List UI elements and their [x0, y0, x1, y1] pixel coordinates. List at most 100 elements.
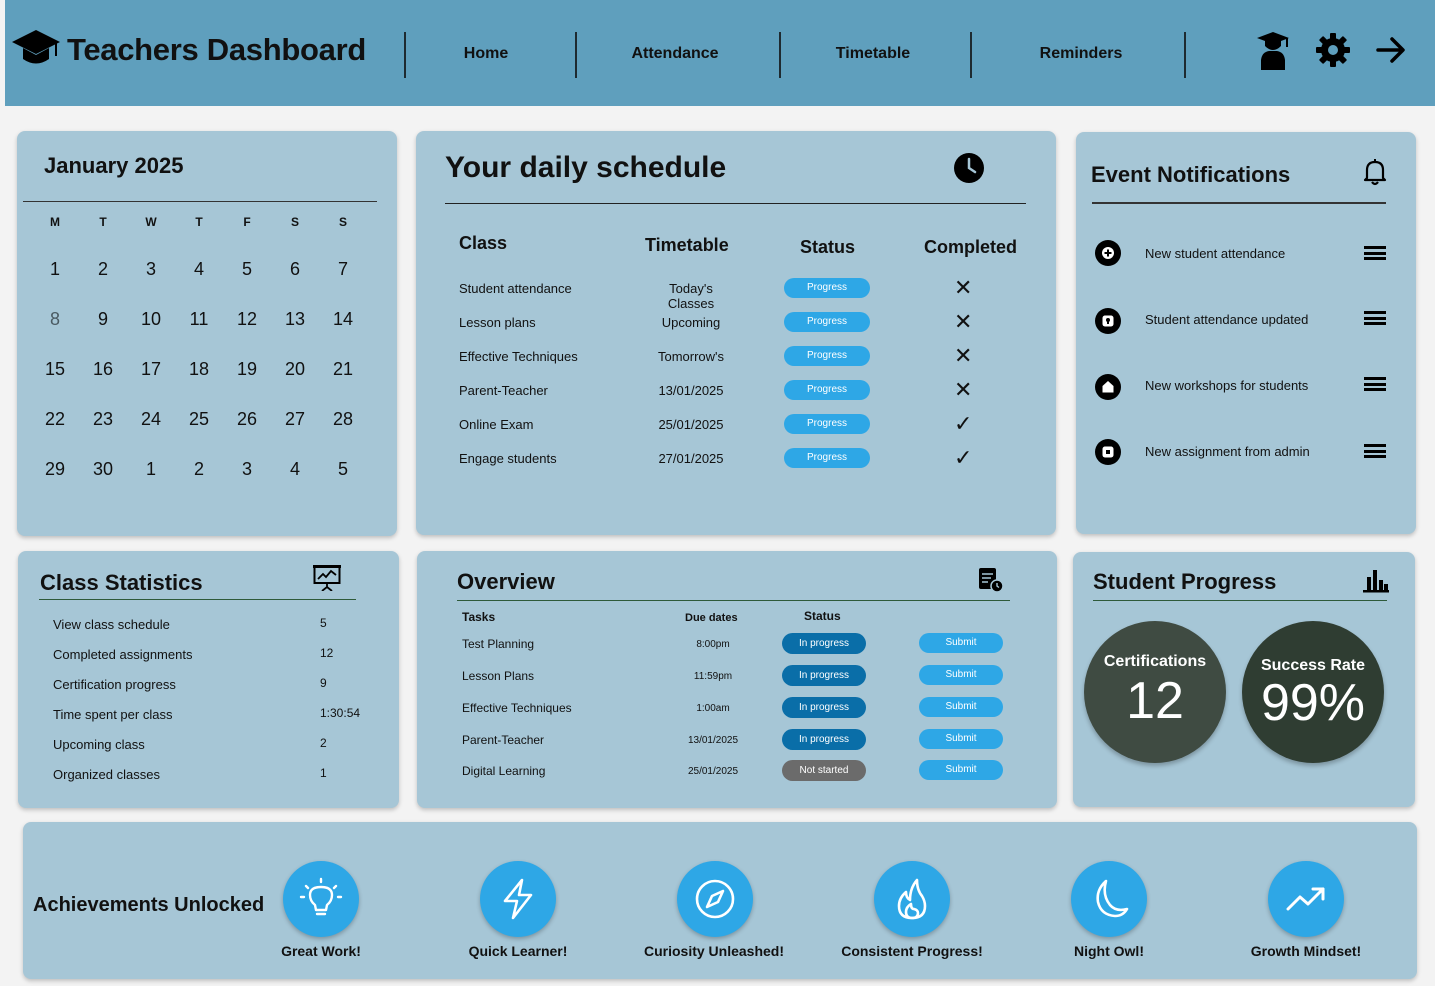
badge-label: Quick Learner! [468, 943, 568, 959]
status-pill[interactable]: Progress [784, 380, 870, 400]
calendar-day[interactable]: 5 [223, 235, 271, 285]
notification-text[interactable]: Student attendance updated [1145, 312, 1308, 327]
statistic-label: Certification progress [53, 677, 176, 692]
weekday-label: W [145, 215, 157, 229]
status-pill[interactable]: Progress [784, 312, 870, 332]
calendar-day[interactable]: 28 [319, 385, 367, 435]
statistic-value: 9 [320, 676, 327, 690]
calendar-day[interactable]: 17 [127, 335, 175, 385]
flame-icon[interactable] [874, 861, 950, 937]
calendar-day[interactable]: 29 [31, 435, 79, 485]
calendar-day[interactable]: 19 [223, 335, 271, 385]
schedule-timetable: Tomorrow's [657, 349, 725, 364]
calendar-day[interactable]: 9 [79, 285, 127, 335]
notification-text[interactable]: New workshops for students [1145, 378, 1308, 393]
calendar-day[interactable]: 16 [79, 335, 127, 385]
nav-home[interactable]: Home [464, 45, 508, 63]
nav-divider [970, 32, 972, 78]
success-rate-label: Success Rate [1260, 657, 1366, 674]
calendar-day[interactable]: 11 [175, 285, 223, 335]
calendar-day[interactable]: 4 [175, 235, 223, 285]
calendar-day[interactable]: 8 [31, 285, 79, 335]
close-icon[interactable]: ✕ [954, 311, 972, 333]
calendar-day[interactable]: 27 [271, 385, 319, 435]
calendar-day[interactable]: 1 [31, 235, 79, 285]
teacher-icon[interactable] [1255, 30, 1291, 75]
menu-icon[interactable] [1364, 246, 1386, 260]
graduation-cap-icon [11, 26, 61, 73]
calendar-day[interactable]: 22 [31, 385, 79, 435]
calendar-day[interactable]: 1 [127, 435, 175, 485]
achievements-card: Achievements Unlocked Great Work! Quick … [23, 822, 1417, 979]
status-pill[interactable]: Progress [784, 346, 870, 366]
divider [457, 600, 1010, 601]
submit-button[interactable]: Submit [919, 729, 1003, 749]
close-icon[interactable]: ✕ [954, 379, 972, 401]
statistic-value: 2 [320, 736, 327, 750]
menu-icon[interactable] [1364, 377, 1386, 391]
check-icon[interactable]: ✓ [954, 413, 972, 435]
badge-label: Consistent Progress! [841, 943, 983, 959]
menu-icon[interactable] [1364, 311, 1386, 325]
certifications-label: Certifications [1103, 653, 1207, 670]
submit-button[interactable]: Submit [919, 697, 1003, 717]
nav-divider [779, 32, 781, 78]
overview-title: Overview [457, 569, 555, 594]
gear-icon[interactable] [1316, 33, 1350, 72]
compass-icon[interactable] [677, 861, 753, 937]
statistics-title: Class Statistics [40, 570, 203, 595]
task-name: Lesson Plans [462, 669, 535, 683]
bell-icon[interactable] [1363, 158, 1387, 191]
notification-text[interactable]: New assignment from admin [1145, 444, 1310, 459]
status-pill[interactable]: Progress [784, 448, 870, 468]
check-icon[interactable]: ✓ [954, 447, 972, 469]
schedule-class: Online Exam [459, 417, 534, 432]
task-status-badge: In progress [782, 665, 866, 686]
arrow-right-icon[interactable] [1376, 36, 1406, 69]
calendar-day[interactable]: 21 [319, 335, 367, 385]
calendar-day[interactable]: 4 [271, 435, 319, 485]
calendar-day[interactable]: 15 [31, 335, 79, 385]
status-pill[interactable]: Progress [784, 278, 870, 298]
calendar-day[interactable]: 3 [127, 235, 175, 285]
calendar-day[interactable]: 14 [319, 285, 367, 335]
menu-icon[interactable] [1364, 444, 1386, 458]
status-pill[interactable]: Progress [784, 414, 870, 434]
calendar-day[interactable]: 23 [79, 385, 127, 435]
trending-up-icon[interactable] [1268, 861, 1344, 937]
document-clock-icon [978, 567, 1004, 598]
calendar-day[interactable]: 2 [79, 235, 127, 285]
moon-icon[interactable] [1071, 861, 1147, 937]
calendar-day[interactable]: 18 [175, 335, 223, 385]
clock-icon [953, 152, 985, 189]
submit-button[interactable]: Submit [919, 665, 1003, 685]
bar-chart-icon [1363, 567, 1389, 598]
calendar-day[interactable]: 2 [175, 435, 223, 485]
calendar-day[interactable]: 12 [223, 285, 271, 335]
calendar-day[interactable]: 26 [223, 385, 271, 435]
close-icon[interactable]: ✕ [954, 277, 972, 299]
close-icon[interactable]: ✕ [954, 345, 972, 367]
calendar-day[interactable]: 10 [127, 285, 175, 335]
submit-button[interactable]: Submit [919, 760, 1003, 780]
calendar-day[interactable]: 6 [271, 235, 319, 285]
notification-text[interactable]: New student attendance [1145, 246, 1285, 261]
calendar-day[interactable]: 24 [127, 385, 175, 435]
calendar-day[interactable]: 30 [79, 435, 127, 485]
nav-attendance[interactable]: Attendance [631, 45, 718, 63]
calendar-day[interactable]: 3 [223, 435, 271, 485]
calendar-day[interactable]: 5 [319, 435, 367, 485]
nav-reminders[interactable]: Reminders [1040, 45, 1123, 63]
statistic-label: Completed assignments [53, 647, 193, 662]
calendar-day[interactable]: 7 [319, 235, 367, 285]
success-rate-value: 99% [1260, 674, 1366, 732]
calendar-day[interactable]: 25 [175, 385, 223, 435]
calendar-day[interactable]: 20 [271, 335, 319, 385]
nav-timetable[interactable]: Timetable [836, 45, 910, 63]
app-logo[interactable]: Teachers Dashboard [11, 26, 366, 73]
lightning-icon[interactable] [480, 861, 556, 937]
lightbulb-icon[interactable] [283, 861, 359, 937]
weekday-label: T [195, 215, 203, 229]
submit-button[interactable]: Submit [919, 633, 1003, 653]
calendar-day[interactable]: 13 [271, 285, 319, 335]
